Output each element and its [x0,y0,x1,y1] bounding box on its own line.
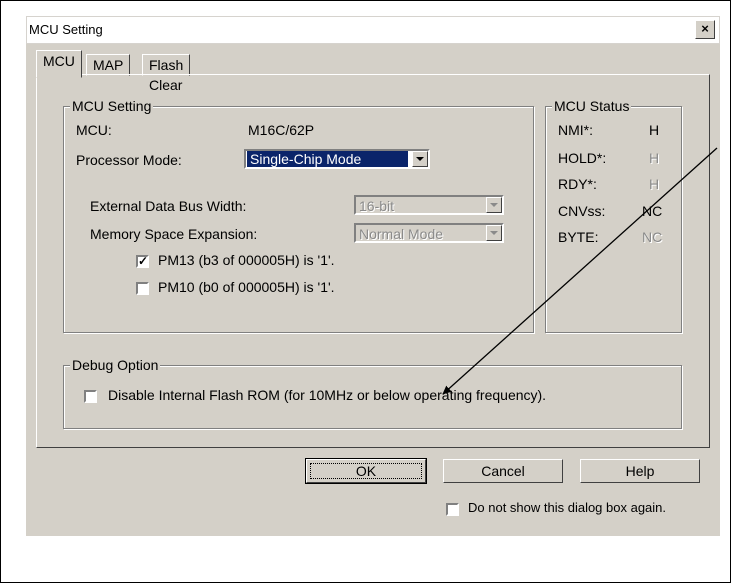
tab-mcu[interactable]: MCU [36,50,82,78]
tab-mcu-label: MCU [43,53,75,69]
pointer-arrow-line [442,147,718,395]
annotation-arrow [442,147,718,395]
